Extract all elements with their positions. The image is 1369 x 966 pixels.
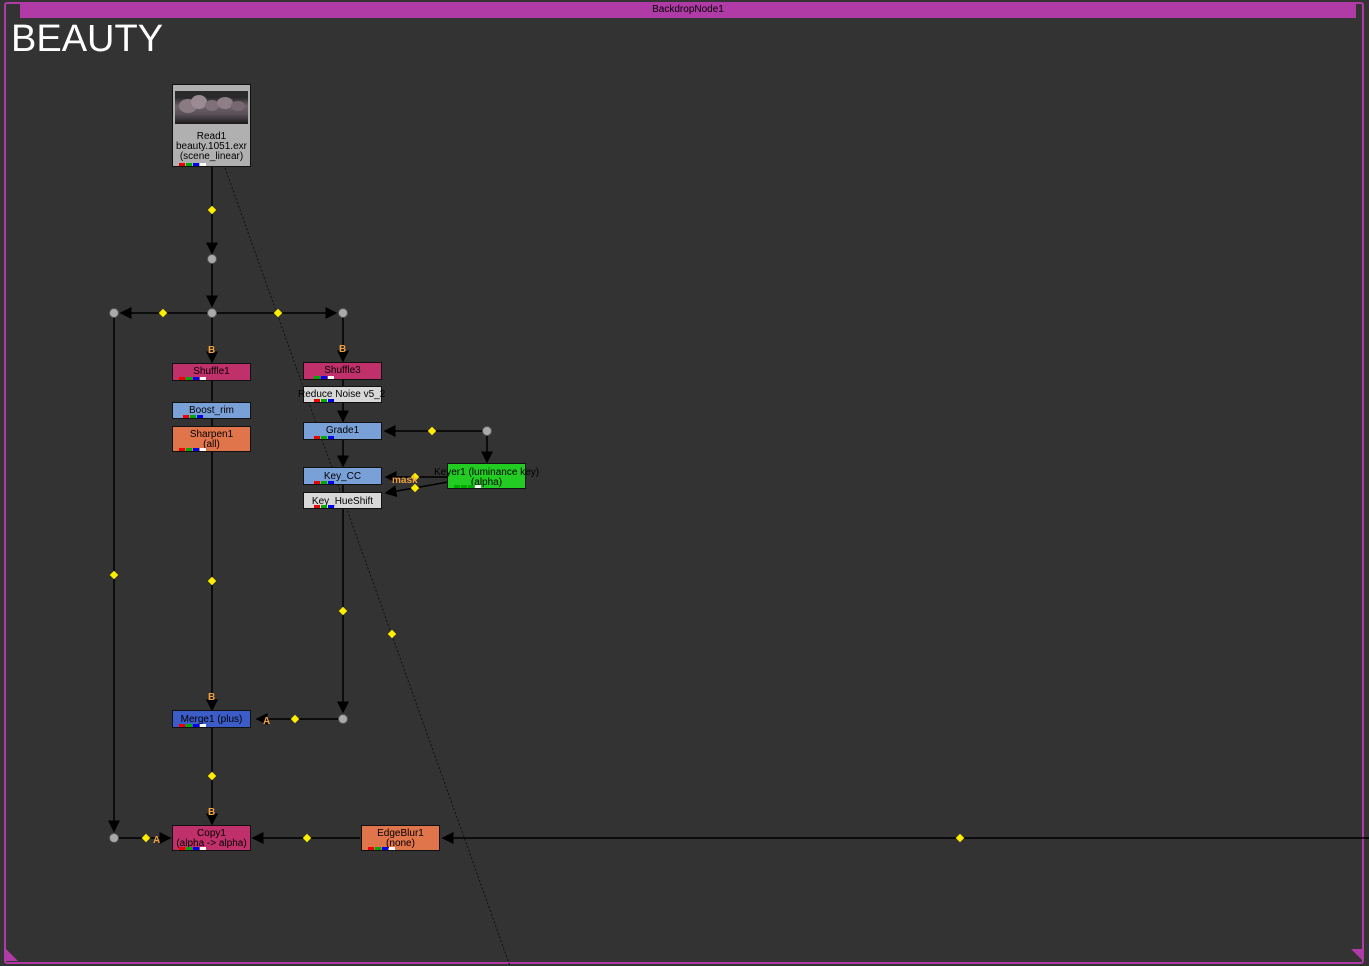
channel-indicator	[175, 163, 211, 166]
grade1-node[interactable]: Grade1	[303, 422, 382, 440]
dot-node[interactable]	[207, 254, 217, 264]
dot-node[interactable]	[338, 714, 348, 724]
shuffle3-node[interactable]: Shuffle3	[303, 362, 382, 380]
backdrop-resize-handle	[1351, 949, 1363, 961]
input-label-b: B	[339, 344, 347, 355]
channel-indicator	[306, 376, 342, 379]
input-label-a: A	[263, 716, 271, 727]
channel-indicator	[175, 724, 211, 727]
keyer1-node[interactable]: Keyer1 (luminance key) (alpha)	[434, 463, 539, 489]
dot-node[interactable]	[338, 308, 348, 318]
channel-indicator	[450, 485, 486, 488]
input-label-b: B	[208, 345, 216, 356]
dot-node[interactable]	[109, 308, 119, 318]
channel-indicator	[306, 399, 342, 402]
channel-indicator	[175, 377, 211, 380]
shuffle1-node[interactable]: Shuffle1	[172, 363, 251, 381]
channel-indicator	[306, 481, 342, 484]
channel-indicator	[306, 505, 342, 508]
edgeblur1-node[interactable]: EdgeBlur1 (none)	[361, 825, 440, 851]
copy1-node[interactable]: Copy1 (alpha -> alpha)	[172, 825, 251, 851]
input-label-b: B	[208, 692, 216, 703]
node-graph-canvas[interactable]: BackdropNode1 BEAUTY B B B A B A mask Re…	[0, 0, 1369, 966]
read1-node[interactable]: Read1 beauty.1051.exr (scene_linear)	[172, 84, 251, 167]
channel-indicator	[364, 847, 400, 850]
input-label-b: B	[208, 807, 216, 818]
shuffle1-label: Shuffle1	[193, 366, 230, 377]
dot-node[interactable]	[109, 833, 119, 843]
dot-node[interactable]	[482, 426, 492, 436]
channel-indicator	[175, 415, 211, 418]
input-label-a: A	[153, 835, 161, 846]
boost-rim-node[interactable]: Boost_rim	[172, 402, 251, 419]
channel-indicator	[175, 448, 211, 451]
channel-indicator	[175, 847, 211, 850]
key-cc-node[interactable]: Key_CC	[303, 467, 382, 485]
key-hueshift-node[interactable]: Key_HueShift	[303, 492, 382, 509]
channel-indicator	[306, 436, 342, 439]
backdrop-corner-handle	[6, 949, 18, 961]
read1-thumbnail	[175, 91, 248, 124]
read1-colorspace: (scene_linear)	[179, 151, 244, 162]
input-label-mask: mask	[392, 475, 418, 486]
merge1-node[interactable]: Merge1 (plus)	[172, 710, 251, 728]
shuffle3-label: Shuffle3	[324, 365, 361, 376]
dot-node[interactable]	[207, 308, 217, 318]
reduce-noise-node[interactable]: Reduce Noise v5_2	[298, 386, 385, 403]
sharpen1-node[interactable]: Sharpen1 (all)	[172, 426, 251, 452]
grade1-label: Grade1	[325, 425, 360, 436]
